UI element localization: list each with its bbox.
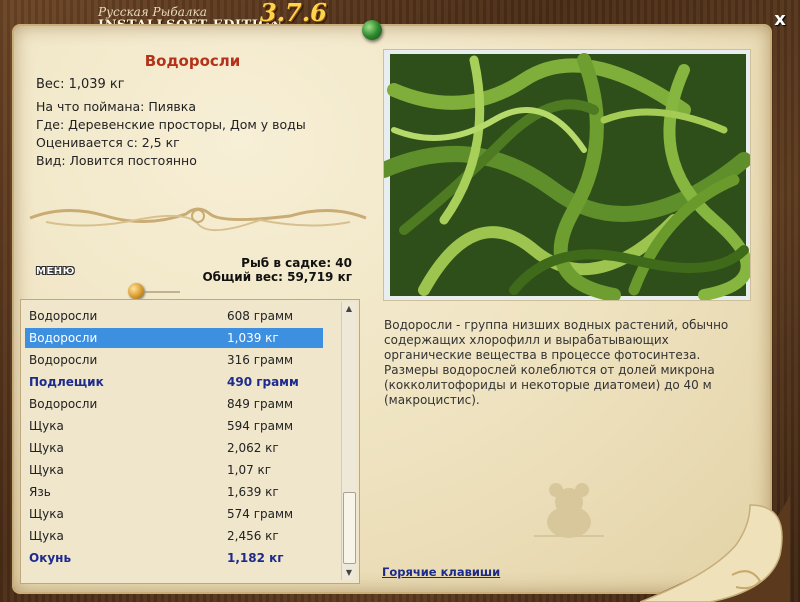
fish-description: Водоросли - группа низших водных растени… — [384, 318, 729, 407]
catch-name: Язь — [29, 485, 51, 499]
catch-weight: 1,182 кг — [227, 551, 284, 565]
catch-list-row[interactable]: Язь 1,639 кг — [25, 482, 323, 502]
catch-name: Щука — [29, 463, 64, 477]
gold-pin-icon — [128, 283, 144, 299]
catch-name: Щука — [29, 507, 64, 521]
catch-stats: Рыб в садке: 40 Общий вес: 59,719 кг — [202, 256, 352, 284]
catch-list-row[interactable]: Подлещик 490 грамм — [25, 372, 323, 392]
catch-weight: 574 грамм — [227, 507, 294, 521]
caught-on-text: На что поймана: Пиявка — [36, 99, 196, 114]
scroll-down-arrow-icon[interactable]: ▼ — [342, 566, 356, 580]
catch-list-row[interactable]: Водоросли 608 грамм — [25, 306, 323, 326]
fish-count: Рыб в садке: 40 — [241, 256, 352, 270]
catch-list-row[interactable]: Щука 2,456 кг — [25, 526, 323, 546]
catch-list-row[interactable]: Окунь 1,182 кг — [25, 548, 323, 568]
catch-name: Щука — [29, 441, 64, 455]
ornament-divider — [29, 207, 367, 232]
catch-list-row[interactable]: Щука 1,07 кг — [25, 460, 323, 480]
scrollbar-thumb[interactable] — [343, 492, 356, 564]
catch-weight: 1,039 кг — [227, 331, 279, 345]
total-weight: Общий вес: 59,719 кг — [202, 270, 352, 284]
pin-line — [144, 291, 180, 293]
catch-weight: 1,07 кг — [227, 463, 272, 477]
catch-name: Водоросли — [29, 309, 98, 323]
catch-list-row[interactable]: Водоросли 1,039 кг — [25, 328, 323, 348]
hotkeys-link[interactable]: Горячие клавиши — [382, 565, 500, 579]
catch-weight: 2,062 кг — [227, 441, 279, 455]
fish-details: На что поймана: Пиявка Где: Деревенские … — [36, 98, 306, 170]
catch-name: Водоросли — [29, 331, 98, 345]
catch-name: Подлещик — [29, 375, 104, 389]
catch-list-row[interactable]: Щука 574 грамм — [25, 504, 323, 524]
catch-name: Водоросли — [29, 397, 98, 411]
catch-weight: 849 грамм — [227, 397, 294, 411]
catch-list-row[interactable]: Водоросли 316 грамм — [25, 350, 323, 370]
catch-name: Водоросли — [29, 353, 98, 367]
catch-list: Водоросли 608 грамм Водоросли 1,039 кг Водор… — [20, 299, 360, 584]
page-curl-icon — [640, 495, 790, 602]
catch-weight: 608 грамм — [227, 309, 294, 323]
catch-weight: 490 грамм — [227, 375, 299, 389]
location-text: Где: Деревенские просторы, Дом у воды — [36, 117, 306, 132]
green-pin-icon — [362, 20, 382, 40]
mascot-silhouette-icon — [534, 483, 604, 538]
catch-list-scrollbar[interactable]: ▲ ▼ — [341, 302, 356, 580]
catch-weight: 594 грамм — [227, 419, 294, 433]
catch-name: Щука — [29, 419, 64, 433]
catch-list-row[interactable]: Щука 594 грамм — [25, 416, 323, 436]
fish-weight: Вес: 1,039 кг — [36, 77, 125, 92]
fish-photo — [384, 50, 750, 300]
catch-weight: 1,639 кг — [227, 485, 279, 499]
catch-weight: 2,456 кг — [227, 529, 279, 543]
scroll-up-arrow-icon[interactable]: ▲ — [342, 302, 356, 316]
catch-name: Окунь — [29, 551, 72, 565]
catch-name: Щука — [29, 529, 64, 543]
seaweed-image — [384, 50, 750, 300]
catch-list-row[interactable]: Щука 2,062 кг — [25, 438, 323, 458]
fish-title: Водоросли — [144, 52, 241, 70]
valued-from-text: Оценивается с: 2,5 кг — [36, 135, 180, 150]
catch-weight: 316 грамм — [227, 353, 294, 367]
species-text: Вид: Ловится постоянно — [36, 153, 197, 168]
menu-button[interactable]: МЕНЮ — [36, 266, 75, 277]
close-button[interactable]: x — [770, 10, 790, 30]
catch-list-row[interactable]: Водоросли 849 грамм — [25, 394, 323, 414]
logo-version: 3.7.6 — [260, 0, 327, 27]
